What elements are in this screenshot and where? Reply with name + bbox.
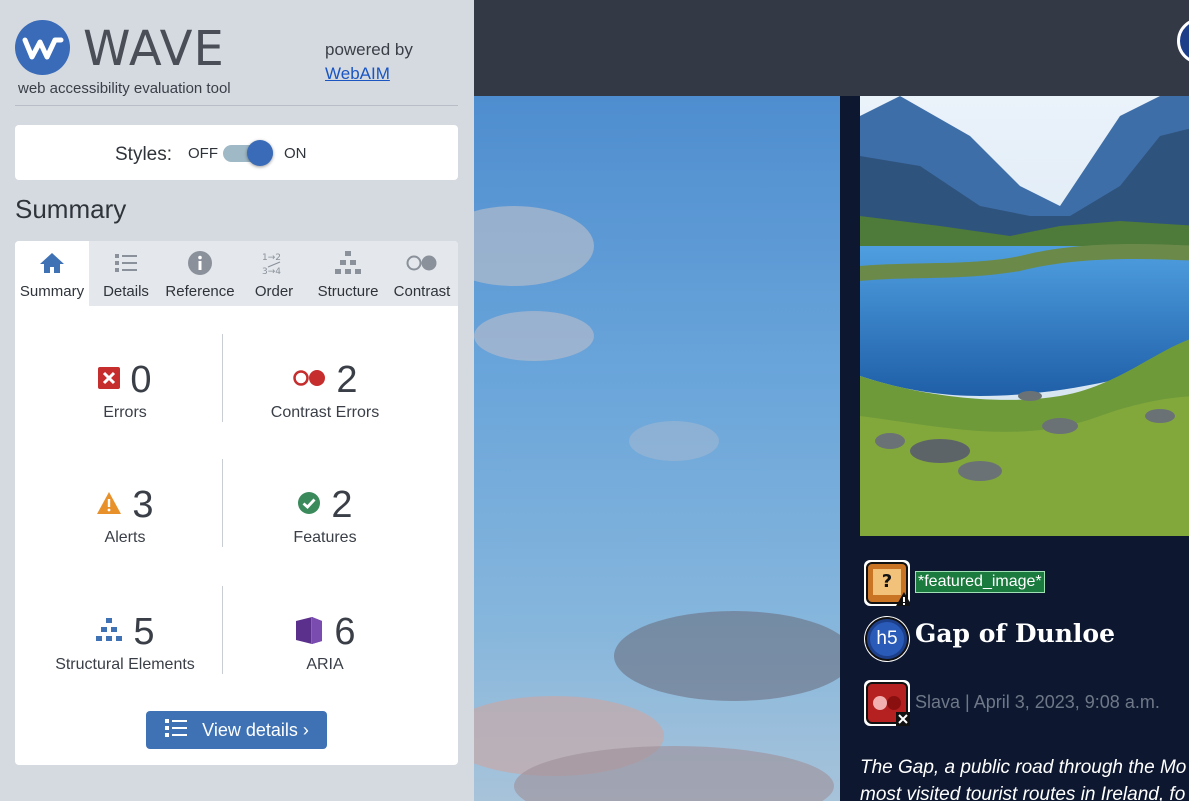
background-sky-image (474, 96, 840, 801)
post-excerpt: The Gap, a public road through the Mo mo… (860, 754, 1186, 801)
styles-toggle-knob[interactable] (247, 140, 273, 166)
tab-details[interactable]: Details (89, 241, 163, 306)
alerts-stat[interactable]: 3 Alerts (25, 483, 225, 547)
wave-tagline: web accessibility evaluation tool (18, 80, 231, 97)
contrast-errors-label: Contrast Errors (270, 404, 380, 421)
post-title: Gap of Dunloe (915, 619, 1115, 648)
contrast-error-icon (292, 369, 326, 392)
featured-image-tag[interactable]: *featured_image* (915, 571, 1045, 593)
contrast-errors-stat[interactable]: 2 Contrast Errors (225, 358, 425, 422)
alert-icon (96, 491, 122, 520)
styles-toggle-box: Styles: OFF ON (15, 125, 458, 180)
aria-label: ARIA (306, 656, 344, 673)
wave-logo-icon (15, 20, 70, 75)
styles-on-label: ON (284, 145, 307, 162)
info-icon (163, 249, 237, 277)
h5-badge-label: h5 (876, 628, 898, 649)
webaim-link[interactable]: WebAIM (325, 62, 413, 86)
tab-reference[interactable]: Reference (163, 241, 237, 306)
errors-label: Errors (103, 404, 147, 421)
alerts-label: Alerts (104, 529, 146, 546)
alert-image-badge[interactable]: ? (864, 560, 912, 606)
structural-label: Structural Elements (55, 656, 195, 673)
tab-contrast[interactable]: Contrast (385, 241, 458, 306)
site-header (474, 0, 1189, 96)
order-icon: 1→2 3→4 (237, 249, 311, 277)
excerpt-line: The Gap, a public road through the Mo (860, 757, 1187, 778)
panel-tabs: Summary Details Reference 1→2 3→4 Order … (15, 241, 458, 306)
aria-cube-icon (294, 615, 324, 650)
summary-panel: Summary Details Reference 1→2 3→4 Order … (15, 241, 458, 765)
svg-text:3→4: 3→4 (262, 267, 281, 277)
errors-count: 0 (130, 358, 152, 401)
page-content: ? *featured_image* h5 Gap of Dunloe Slav… (840, 96, 1189, 801)
excerpt-line: most visited tourist routes in Ireland, … (860, 784, 1186, 801)
contrast-error-badge[interactable] (864, 680, 910, 726)
features-label: Features (293, 529, 357, 546)
error-icon (98, 366, 121, 394)
svg-text:?: ? (882, 571, 892, 592)
view-details-button[interactable]: View details › (146, 711, 327, 749)
errors-stat[interactable]: 0 Errors (25, 358, 225, 422)
list-icon (164, 718, 188, 743)
h5-heading-badge[interactable]: h5 (864, 616, 910, 662)
tab-structure[interactable]: Structure (311, 241, 385, 306)
featured-photo (860, 96, 1189, 536)
aria-count: 6 (334, 610, 356, 653)
structural-stat[interactable]: 5 Structural Elements (25, 610, 225, 674)
features-stat[interactable]: 2 Features (225, 483, 425, 547)
summary-stats: 0 Errors 2 Contrast Errors 3 Alerts 2 Fe… (15, 306, 458, 706)
features-count: 2 (331, 483, 353, 526)
tab-label: Contrast (393, 283, 451, 300)
view-details-label: View details › (202, 719, 309, 740)
structure-icon (311, 249, 385, 277)
styles-label: Styles: (115, 144, 173, 165)
wave-logo-text: WAVE (83, 21, 225, 77)
aria-stat[interactable]: 6 ARIA (225, 610, 425, 674)
post-meta: Slava | April 3, 2023, 9:08 a.m. (915, 692, 1160, 712)
contrast-errors-count: 2 (336, 358, 358, 401)
structure-icon (95, 617, 123, 648)
tab-order[interactable]: 1→2 3→4 Order (237, 241, 311, 306)
svg-text:1→2: 1→2 (262, 253, 281, 263)
alerts-count: 3 (132, 483, 154, 526)
wave-sidebar: WAVE web accessibility evaluation tool p… (0, 0, 474, 801)
styles-off-label: OFF (188, 145, 218, 162)
tab-summary[interactable]: Summary (15, 241, 89, 306)
structural-count: 5 (133, 610, 155, 653)
feature-check-icon (297, 491, 321, 520)
contrast-icon (385, 249, 458, 277)
powered-by: powered by WebAIM (325, 38, 413, 86)
summary-heading: Summary (15, 194, 127, 224)
list-icon (89, 249, 163, 277)
header-divider (15, 105, 458, 106)
powered-by-label: powered by (325, 40, 413, 59)
home-icon (15, 249, 89, 277)
